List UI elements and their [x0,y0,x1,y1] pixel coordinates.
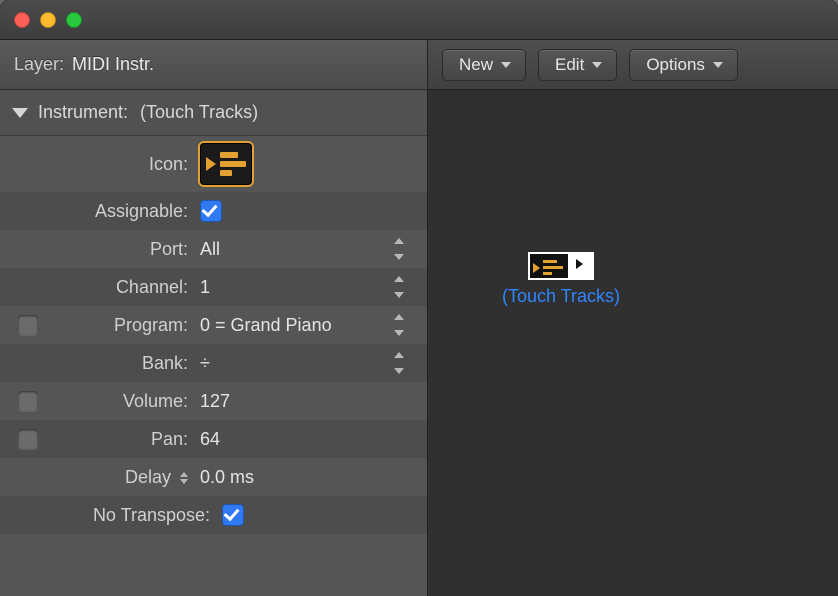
layer-label: Layer: [14,54,64,75]
sequence-icon [528,252,570,280]
instrument-label: Instrument: [38,102,128,123]
prop-bank-value[interactable]: ÷ [194,353,417,374]
prop-assignable-row: Assignable: [0,192,427,230]
prop-pan-label: Pan: [56,429,194,450]
prop-pan-value[interactable]: 64 [194,429,417,450]
prop-program-label: Program: [56,315,194,336]
options-menu-label: Options [646,55,705,75]
assignable-checkbox[interactable] [200,200,222,222]
options-menu[interactable]: Options [629,49,738,81]
prop-delay-label: Delay [56,467,194,488]
prop-port-label: Port: [56,239,194,260]
inspector-sidebar: Layer: MIDI Instr. Instrument: (Touch Tr… [0,40,428,596]
environment-canvas-panel: New Edit Options [428,40,838,596]
notranspose-checkbox[interactable] [222,504,244,526]
prop-volume-label: Volume: [56,391,194,412]
environment-toolbar: New Edit Options [428,40,838,90]
touch-tracks-object-icon [502,252,620,280]
prop-delay-value[interactable]: 0.0 ms [194,467,417,488]
prop-delay-label-text: Delay [125,467,171,487]
volume-enable-checkbox[interactable] [18,391,38,411]
delay-mode-stepper[interactable] [180,472,188,484]
prop-volume-value[interactable]: 127 [194,391,417,412]
prop-assignable-label: Assignable: [56,201,194,222]
channel-stepper[interactable] [393,276,405,298]
prop-icon-row: Icon: [0,136,427,192]
environment-canvas[interactable]: (Touch Tracks) [428,90,838,596]
prop-port-value[interactable]: All [194,239,417,260]
window-zoom-button[interactable] [66,12,82,28]
icon-preview[interactable] [200,143,252,185]
program-enable-checkbox[interactable] [18,315,38,335]
prop-delay-row: Delay 0.0 ms [0,458,427,496]
chevron-down-icon [713,62,723,68]
prop-icon-label: Icon: [56,154,194,175]
prop-bank-label: Bank: [56,353,194,374]
prop-pan-row: Pan: 64 [0,420,427,458]
port-stepper[interactable] [393,238,405,260]
bank-stepper[interactable] [393,352,405,374]
prop-port-row: Port: All [0,230,427,268]
new-menu[interactable]: New [442,49,526,81]
prop-channel-value[interactable]: 1 [194,277,417,298]
new-menu-label: New [459,55,493,75]
prop-program-row: Program: 0 = Grand Piano [0,306,427,344]
pan-enable-checkbox[interactable] [18,429,38,449]
output-port-icon [570,252,594,280]
prop-notranspose-label: No Transpose: [56,505,216,526]
instrument-value: (Touch Tracks) [140,102,258,123]
property-list: Icon: Assignable: Port: All [0,136,427,596]
prop-bank-row: Bank: ÷ [0,344,427,382]
chevron-down-icon [592,62,602,68]
edit-menu-label: Edit [555,55,584,75]
window-close-button[interactable] [14,12,30,28]
layer-selector[interactable]: Layer: MIDI Instr. [0,40,427,90]
program-stepper[interactable] [393,314,405,336]
disclosure-triangle-icon [12,108,28,118]
touch-tracks-object[interactable]: (Touch Tracks) [502,252,620,307]
touch-tracks-object-label: (Touch Tracks) [502,286,620,307]
layer-value: MIDI Instr. [72,54,154,75]
instrument-disclosure[interactable]: Instrument: (Touch Tracks) [0,90,427,136]
prop-volume-row: Volume: 127 [0,382,427,420]
prop-channel-row: Channel: 1 [0,268,427,306]
window-minimize-button[interactable] [40,12,56,28]
window-titlebar [0,0,838,40]
prop-notranspose-row: No Transpose: [0,496,427,534]
edit-menu[interactable]: Edit [538,49,617,81]
app-window: Layer: MIDI Instr. Instrument: (Touch Tr… [0,0,838,596]
prop-program-value[interactable]: 0 = Grand Piano [194,315,417,336]
prop-channel-label: Channel: [56,277,194,298]
window-content: Layer: MIDI Instr. Instrument: (Touch Tr… [0,40,838,596]
chevron-down-icon [501,62,511,68]
